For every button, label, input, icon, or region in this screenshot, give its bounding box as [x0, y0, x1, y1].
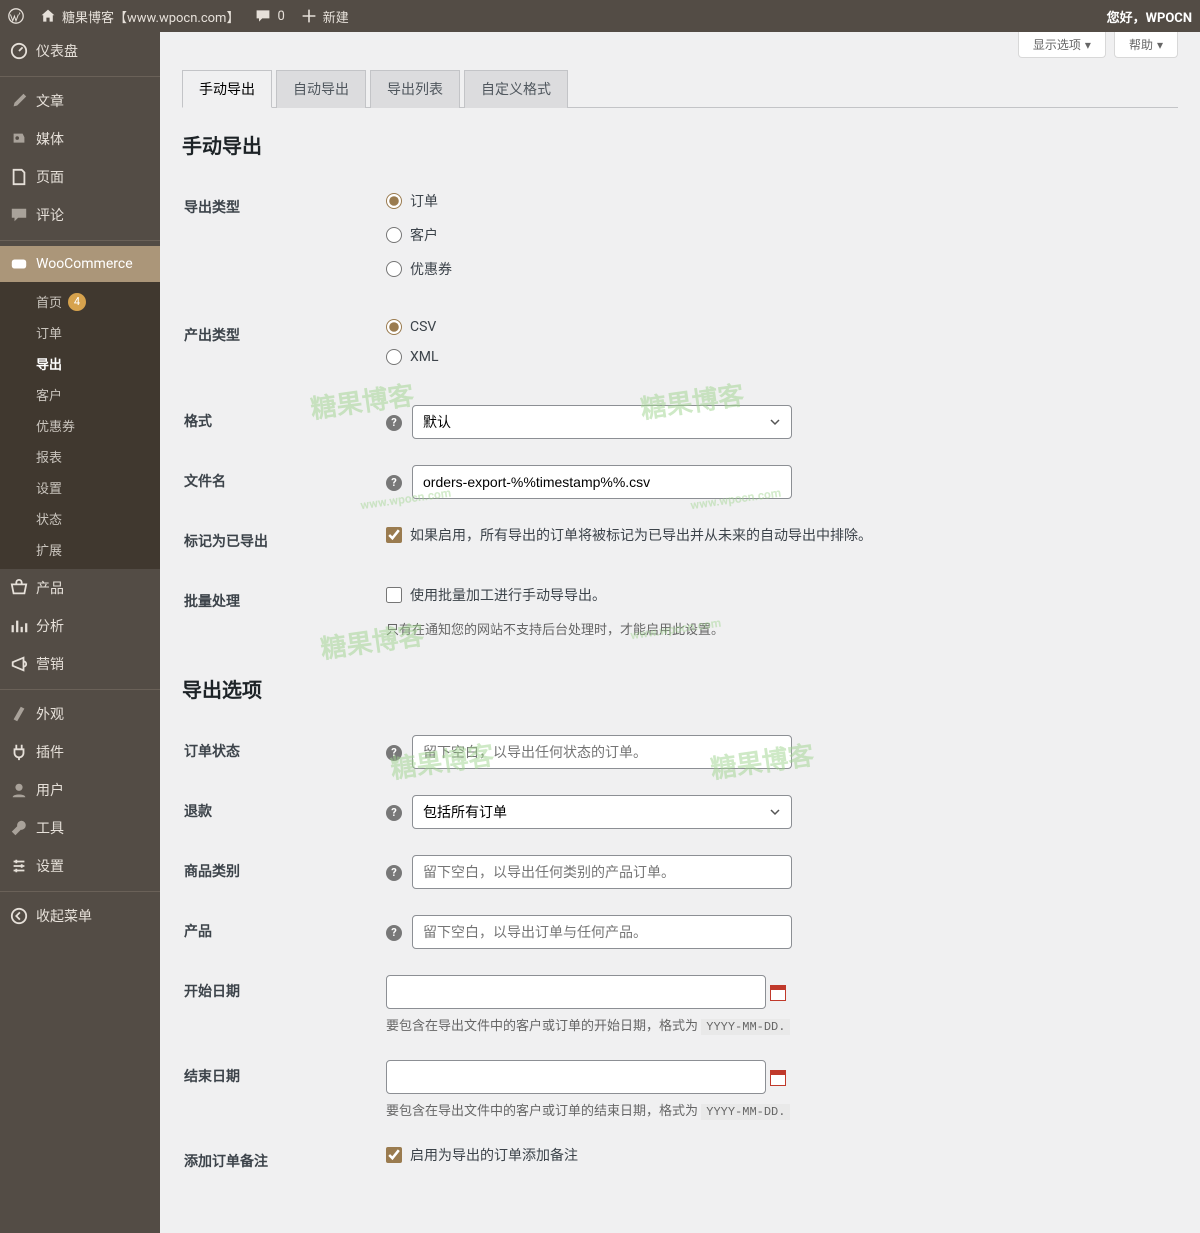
submenu-status[interactable]: 状态 [0, 503, 160, 534]
heading-options: 导出选项 [182, 674, 1178, 703]
batch-checkbox[interactable] [386, 587, 402, 603]
menu-woocommerce[interactable]: WooCommerce [0, 246, 160, 282]
label-category: 商品类别 [184, 843, 384, 901]
label-format: 格式 [184, 393, 384, 451]
comments-link[interactable]: 0 [255, 8, 284, 24]
label-output-type: 产出类型 [184, 307, 384, 391]
refund-select[interactable]: 包括所有订单 [412, 795, 792, 829]
submenu-export[interactable]: 导出 [0, 348, 160, 379]
new-link[interactable]: 新建 [301, 7, 349, 26]
label-mark: 标记为已导出 [184, 513, 384, 571]
label-start: 开始日期 [184, 963, 384, 1046]
tab-custom[interactable]: 自定义格式 [464, 70, 568, 108]
wp-logo[interactable] [8, 8, 24, 24]
menu-marketing[interactable]: 营销 [0, 645, 160, 683]
label-notes: 添加订单备注 [184, 1133, 384, 1191]
help-icon[interactable]: ? [386, 805, 402, 821]
admin-sidebar: 仪表盘 文章 媒体 页面 评论 WooCommerce 首页4 订单 导出 客户… [0, 32, 160, 1233]
label-status: 订单状态 [184, 723, 384, 781]
notes-checkbox[interactable] [386, 1147, 402, 1163]
end-date-input[interactable] [386, 1060, 766, 1094]
greeting[interactable]: 您好，WPOCN [1107, 7, 1192, 26]
label-end: 结束日期 [184, 1048, 384, 1131]
menu-appearance[interactable]: 外观 [0, 695, 160, 733]
label-export-type: 导出类型 [184, 179, 384, 305]
menu-tools[interactable]: 工具 [0, 809, 160, 847]
status-input[interactable] [412, 735, 792, 769]
heading-manual: 手动导出 [182, 130, 1178, 159]
calendar-icon[interactable] [770, 985, 786, 1001]
menu-plugins[interactable]: 插件 [0, 733, 160, 771]
menu-dashboard[interactable]: 仪表盘 [0, 32, 160, 70]
submenu-coupons[interactable]: 优惠券 [0, 410, 160, 441]
menu-collapse[interactable]: 收起菜单 [0, 897, 160, 935]
submenu-orders[interactable]: 订单 [0, 317, 160, 348]
radio-coupons[interactable] [386, 261, 402, 277]
menu-users[interactable]: 用户 [0, 771, 160, 809]
menu-products[interactable]: 产品 [0, 569, 160, 607]
label-refund: 退款 [184, 783, 384, 841]
mark-checkbox[interactable] [386, 527, 402, 543]
radio-customers[interactable] [386, 227, 402, 243]
format-select[interactable]: 默认 [412, 405, 792, 439]
menu-posts[interactable]: 文章 [0, 82, 160, 120]
submenu-home[interactable]: 首页4 [0, 286, 160, 317]
submenu-settings[interactable]: 设置 [0, 472, 160, 503]
label-batch: 批量处理 [184, 573, 384, 650]
label-filename: 文件名 [184, 453, 384, 511]
site-name[interactable]: 糖果博客【www.wpocn.com】 [40, 7, 239, 26]
radio-csv[interactable] [386, 319, 402, 335]
submenu-ext[interactable]: 扩展 [0, 534, 160, 565]
menu-settings[interactable]: 设置 [0, 847, 160, 885]
screen-options-button[interactable]: 显示选项 ▾ [1018, 32, 1106, 58]
help-icon[interactable]: ? [386, 745, 402, 761]
submenu-reports[interactable]: 报表 [0, 441, 160, 472]
help-button[interactable]: 帮助 ▾ [1114, 32, 1178, 58]
help-icon[interactable]: ? [386, 475, 402, 491]
help-icon[interactable]: ? [386, 865, 402, 881]
product-input[interactable] [412, 915, 792, 949]
tab-auto[interactable]: 自动导出 [276, 70, 366, 108]
start-date-input[interactable] [386, 975, 766, 1009]
help-icon[interactable]: ? [386, 415, 402, 431]
radio-orders[interactable] [386, 193, 402, 209]
help-icon[interactable]: ? [386, 925, 402, 941]
category-input[interactable] [412, 855, 792, 889]
label-product: 产品 [184, 903, 384, 961]
tab-list[interactable]: 导出列表 [370, 70, 460, 108]
radio-xml[interactable] [386, 349, 402, 365]
menu-pages[interactable]: 页面 [0, 158, 160, 196]
tab-manual[interactable]: 手动导出 [182, 70, 272, 108]
submenu-customers[interactable]: 客户 [0, 379, 160, 410]
menu-media[interactable]: 媒体 [0, 120, 160, 158]
batch-desc: 只有在通知您的网站不支持后台处理时，才能启用此设置。 [386, 619, 1166, 638]
menu-analytics[interactable]: 分析 [0, 607, 160, 645]
menu-comments[interactable]: 评论 [0, 196, 160, 234]
calendar-icon[interactable] [770, 1070, 786, 1086]
filename-input[interactable] [412, 465, 792, 499]
